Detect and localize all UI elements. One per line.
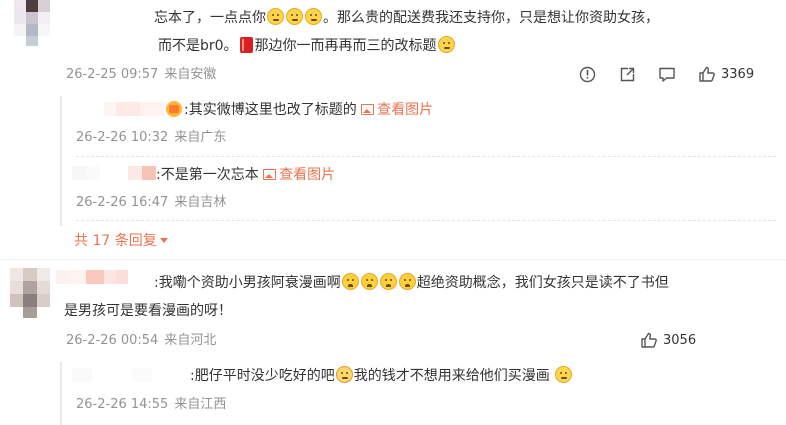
comment-actions: 3056: [640, 330, 696, 350]
cry-emoji-icon: [341, 273, 359, 290]
comment-text-line2: 是男孩可是要看漫画的呀！: [64, 303, 232, 319]
reply-separator: [76, 156, 776, 157]
comment-text: :我嘞个资助小男孩阿衰漫画啊 超绝资助概念，我们女孩只是读不了书但: [154, 273, 669, 291]
reply-meta: 26-2-26 14:55 来自江西: [76, 397, 227, 412]
cry-emoji-icon: [379, 273, 397, 290]
reply-meta: 26-2-26 10:32 来自广东: [76, 130, 227, 145]
reply-text: :不是第一次忘本 查看图片: [156, 167, 336, 183]
comment-meta: 26-2-26 00:54 来自河北: [66, 332, 216, 350]
doge-emoji-icon: [437, 36, 455, 53]
comment-text-line2: 而不是br0。 那边你一而再再而三的改标题: [158, 34, 456, 58]
thumbs-up-icon[interactable]: [640, 331, 658, 349]
doge-emoji-icon: [267, 8, 284, 25]
report-icon[interactable]: [578, 65, 596, 83]
comment-time: 26-2-25 09:57: [66, 67, 159, 82]
comment-time: 26-2-26 00:54: [66, 333, 159, 348]
comment-text: 忘本了，一点点你 。那么贵的配送费我还支持你，只是想让你资助女孩，: [154, 8, 659, 26]
book-icon: [239, 37, 253, 53]
comment-2: :我嘞个资助小男孩阿衰漫画啊 超绝资助概念，我们女孩只是读不了书但 是男孩可是要看…: [0, 262, 786, 425]
gift-badge-icon: [166, 101, 182, 117]
thumbs-up-icon[interactable]: [698, 65, 716, 83]
reply-list: :肥仔平时没少吃好的吧 我的钱才不想用来给他们买漫画 26-2-26 14:55 来…: [60, 362, 780, 425]
share-icon[interactable]: [618, 65, 636, 83]
image-icon: [361, 104, 375, 115]
reply-username[interactable]: [72, 166, 156, 180]
comment-1: 忘本了，一点点你 。那么贵的配送费我还支持你，只是想让你资助女孩， 而不是br0。…: [0, 0, 786, 256]
sweat-emoji-icon: [555, 366, 573, 383]
comment-location: 来自安徽: [164, 67, 217, 82]
comment-actions: 3369: [556, 64, 754, 84]
reply-list: :其实微博这里也改了标题的 查看图片 26-2-26 10:32 来自广东 :不是…: [60, 96, 780, 226]
comment-divider: [0, 259, 786, 260]
cat-emoji-icon: [335, 366, 353, 383]
comment-username[interactable]: [56, 270, 128, 284]
reply-username[interactable]: [104, 102, 164, 116]
avatar[interactable]: [14, 0, 50, 46]
like-count: 3369: [721, 66, 755, 82]
reply-separator: [76, 220, 776, 221]
reply-text: :其实微博这里也改了标题的 查看图片: [166, 98, 433, 122]
avatar[interactable]: [10, 268, 50, 318]
view-image-link[interactable]: 查看图片: [263, 167, 335, 183]
like-count: 3056: [663, 332, 697, 348]
cry-emoji-icon: [398, 273, 416, 290]
image-icon: [263, 169, 277, 180]
comment-meta: 26-2-25 09:57 来自安徽: [66, 66, 216, 84]
reply-username[interactable]: [72, 368, 192, 382]
doge-emoji-icon: [305, 8, 322, 25]
comment-location: 来自河北: [164, 333, 217, 348]
reply-meta: 26-2-26 16:47 来自吉林: [76, 195, 227, 210]
chevron-down-icon: [159, 238, 168, 243]
doge-emoji-icon: [286, 8, 303, 25]
cry-emoji-icon: [360, 273, 378, 290]
comment-icon[interactable]: [658, 65, 676, 83]
view-image-link[interactable]: 查看图片: [361, 102, 433, 118]
reply-text: :肥仔平时没少吃好的吧 我的钱才不想用来给他们买漫画: [190, 364, 573, 388]
more-replies-link[interactable]: 共 17 条回复: [74, 232, 168, 250]
